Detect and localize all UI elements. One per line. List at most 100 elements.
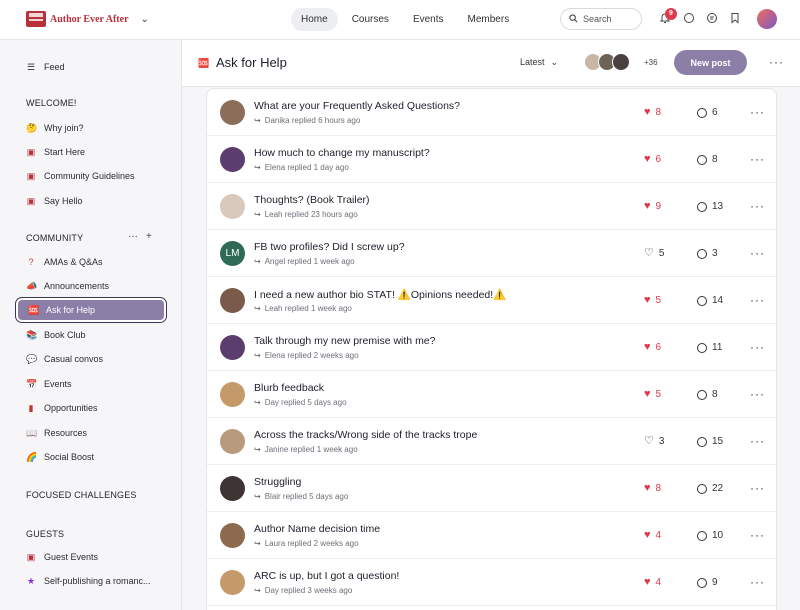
like-button[interactable]: ♥ 6	[644, 154, 662, 166]
like-button[interactable]: ♥ 5	[644, 389, 661, 401]
like-button[interactable]: ♥ 4	[644, 530, 661, 542]
bookmark-icon[interactable]	[727, 10, 743, 26]
member-more-count[interactable]: +36	[644, 58, 658, 67]
nav-courses[interactable]: Courses	[342, 8, 399, 31]
more-options-icon[interactable]: ···	[750, 293, 765, 307]
comment-button[interactable]: 3	[697, 248, 718, 259]
comment-icon	[697, 107, 707, 118]
more-options-icon[interactable]: ···	[750, 105, 765, 119]
like-button[interactable]: ♥ 8	[644, 483, 661, 495]
nav-home[interactable]: Home	[291, 8, 338, 31]
comment-count: 13	[712, 201, 724, 212]
post-meta: ↪ Janine replied 1 week ago	[254, 445, 358, 454]
search-input[interactable]: Search	[560, 8, 642, 30]
more-options-icon[interactable]: ···	[750, 152, 765, 166]
comment-button[interactable]: 9	[697, 577, 718, 588]
comment-button[interactable]: 22	[697, 483, 723, 494]
sidebar-item-casual-convos[interactable]: 💬 Casual convos	[16, 347, 166, 371]
post-title[interactable]: ARC is up, but I got a question!	[254, 570, 399, 582]
sidebar-item-community-guidelines[interactable]: ▣ Community Guidelines	[16, 164, 166, 188]
sidebar-item-social-boost[interactable]: 🌈 Social Boost	[16, 445, 166, 469]
comment-button[interactable]: 14	[697, 295, 723, 306]
sidebar-item-opportunities[interactable]: ▮ Opportunities	[16, 396, 166, 420]
post-title[interactable]: Thoughts? (Book Trailer)	[254, 194, 370, 206]
new-post-button[interactable]: New post	[674, 50, 747, 75]
nav-members[interactable]: Members	[458, 8, 520, 31]
sidebar-item-start-here[interactable]: ▣ Start Here	[16, 140, 166, 164]
table-row[interactable]: What are your Frequently Asked Questions…	[207, 89, 776, 136]
like-count: 6	[655, 154, 662, 165]
comment-icon	[697, 436, 707, 447]
post-title[interactable]: Talk through my new premise with me?	[254, 335, 436, 347]
like-button[interactable]: ♥ 6	[644, 342, 661, 354]
post-title[interactable]: Across the tracks/Wrong side of the trac…	[254, 429, 477, 441]
table-row[interactable]: Across the tracks/Wrong side of the trac…	[207, 418, 776, 465]
comment-button[interactable]: 6	[697, 107, 718, 118]
like-button[interactable]: ♡ 3	[644, 436, 664, 448]
table-row[interactable]: How much to change my manuscript? ↪ Elena…	[207, 136, 776, 183]
like-button[interactable]: ♥ 4	[644, 577, 661, 589]
table-row[interactable]: Blurb feedback ↪ Day replied 5 days ago ♥…	[207, 371, 776, 418]
more-options-icon[interactable]: ···	[750, 575, 765, 589]
sidebar-item-announcements[interactable]: 📣 Announcements	[16, 274, 166, 298]
sidebar-item-events[interactable]: 📅 Events	[16, 372, 166, 396]
post-title[interactable]: What are your Frequently Asked Questions…	[254, 100, 460, 112]
more-options-icon[interactable]: ···	[128, 231, 138, 242]
sidebar-item-label: Resources	[44, 428, 88, 438]
comment-button[interactable]: 8	[697, 389, 718, 400]
post-title[interactable]: I need a new author bio STAT! ⚠️Opinions…	[254, 288, 506, 301]
comment-icon	[697, 530, 707, 541]
chat-icon[interactable]	[681, 10, 697, 26]
post-title[interactable]: How much to change my manuscript?	[254, 147, 430, 159]
sidebar-item-guest-events[interactable]: ▣ Guest Events	[16, 545, 166, 569]
more-options-icon[interactable]: ···	[750, 528, 765, 542]
table-row[interactable]: Author Name decision time ↪ Laura replied…	[207, 512, 776, 559]
more-options-icon[interactable]: ···	[750, 199, 765, 213]
brand[interactable]: Author Ever After ⌄	[26, 11, 149, 27]
more-options-icon[interactable]: ···	[750, 481, 765, 495]
comment-button[interactable]: 15	[697, 436, 723, 447]
like-button[interactable]: ♥ 9	[644, 201, 661, 213]
sidebar-item-self-publishing[interactable]: ★ Self-publishing a romanc...	[16, 569, 166, 593]
add-icon[interactable]: +	[146, 231, 152, 242]
more-options-icon[interactable]: ···	[750, 340, 765, 354]
sort-dropdown[interactable]: Latest ⌄	[520, 57, 558, 68]
more-options-icon[interactable]: ···	[769, 55, 784, 69]
sidebar-item-feed[interactable]: ☰ Feed	[16, 55, 166, 79]
comment-button[interactable]: 13	[697, 201, 723, 212]
table-row[interactable]: LM FB two profiles? Did I screw up? ↪ Ang…	[207, 230, 776, 277]
table-row[interactable]: I need a new author bio STAT! ⚠️Opinions…	[207, 277, 776, 324]
post-title[interactable]: Struggling	[254, 476, 301, 488]
table-row[interactable]: Thoughts? (Book Trailer) ↪ Leah replied 2…	[207, 183, 776, 230]
post-title[interactable]: Blurb feedback	[254, 382, 324, 394]
sidebar-item-ask-for-help[interactable]: 🆘 Ask for Help	[16, 298, 166, 322]
post-list: What are your Frequently Asked Questions…	[206, 88, 777, 610]
table-row[interactable]: Struggling ↪ Blair replied 5 days ago ♥ 8 …	[207, 465, 776, 512]
post-title[interactable]: Author Name decision time	[254, 523, 380, 535]
sidebar-item-amas[interactable]: ? AMAs & Q&As	[16, 250, 166, 274]
sidebar-item-book-club[interactable]: 📚 Book Club	[16, 323, 166, 347]
sidebar-item-say-hello[interactable]: ▣ Say Hello	[16, 189, 166, 213]
more-options-icon[interactable]: ···	[750, 246, 765, 260]
comment-button[interactable]: 10	[697, 530, 723, 541]
comment-button[interactable]: 11	[697, 342, 722, 353]
messages-icon[interactable]	[704, 10, 720, 26]
like-button[interactable]: ♡ 5	[644, 248, 664, 260]
comment-button[interactable]: 8	[697, 154, 718, 165]
like-button[interactable]: ♥ 5	[644, 295, 661, 307]
sidebar-item-why-join[interactable]: 🤔 Why join?	[16, 116, 166, 140]
like-button[interactable]: ♥ 8	[644, 107, 661, 119]
post-meta: ↪ Day replied 3 weeks ago	[254, 586, 352, 595]
nav-events[interactable]: Events	[403, 8, 454, 31]
chevron-down-icon[interactable]: ⌄	[141, 14, 149, 25]
sidebar-item-resources[interactable]: 📖 Resources	[16, 421, 166, 445]
more-options-icon[interactable]: ···	[750, 434, 765, 448]
table-row[interactable]: ARC is up, but I got a question! ↪ Day re…	[207, 559, 776, 606]
avatar	[220, 476, 245, 501]
user-avatar[interactable]	[757, 9, 777, 29]
more-options-icon[interactable]: ···	[750, 387, 765, 401]
post-title[interactable]: FB two profiles? Did I screw up?	[254, 241, 405, 253]
member-avatars[interactable]	[584, 53, 630, 71]
table-row[interactable]: Talk through my new premise with me? ↪ El…	[207, 324, 776, 371]
avatar	[220, 429, 245, 454]
